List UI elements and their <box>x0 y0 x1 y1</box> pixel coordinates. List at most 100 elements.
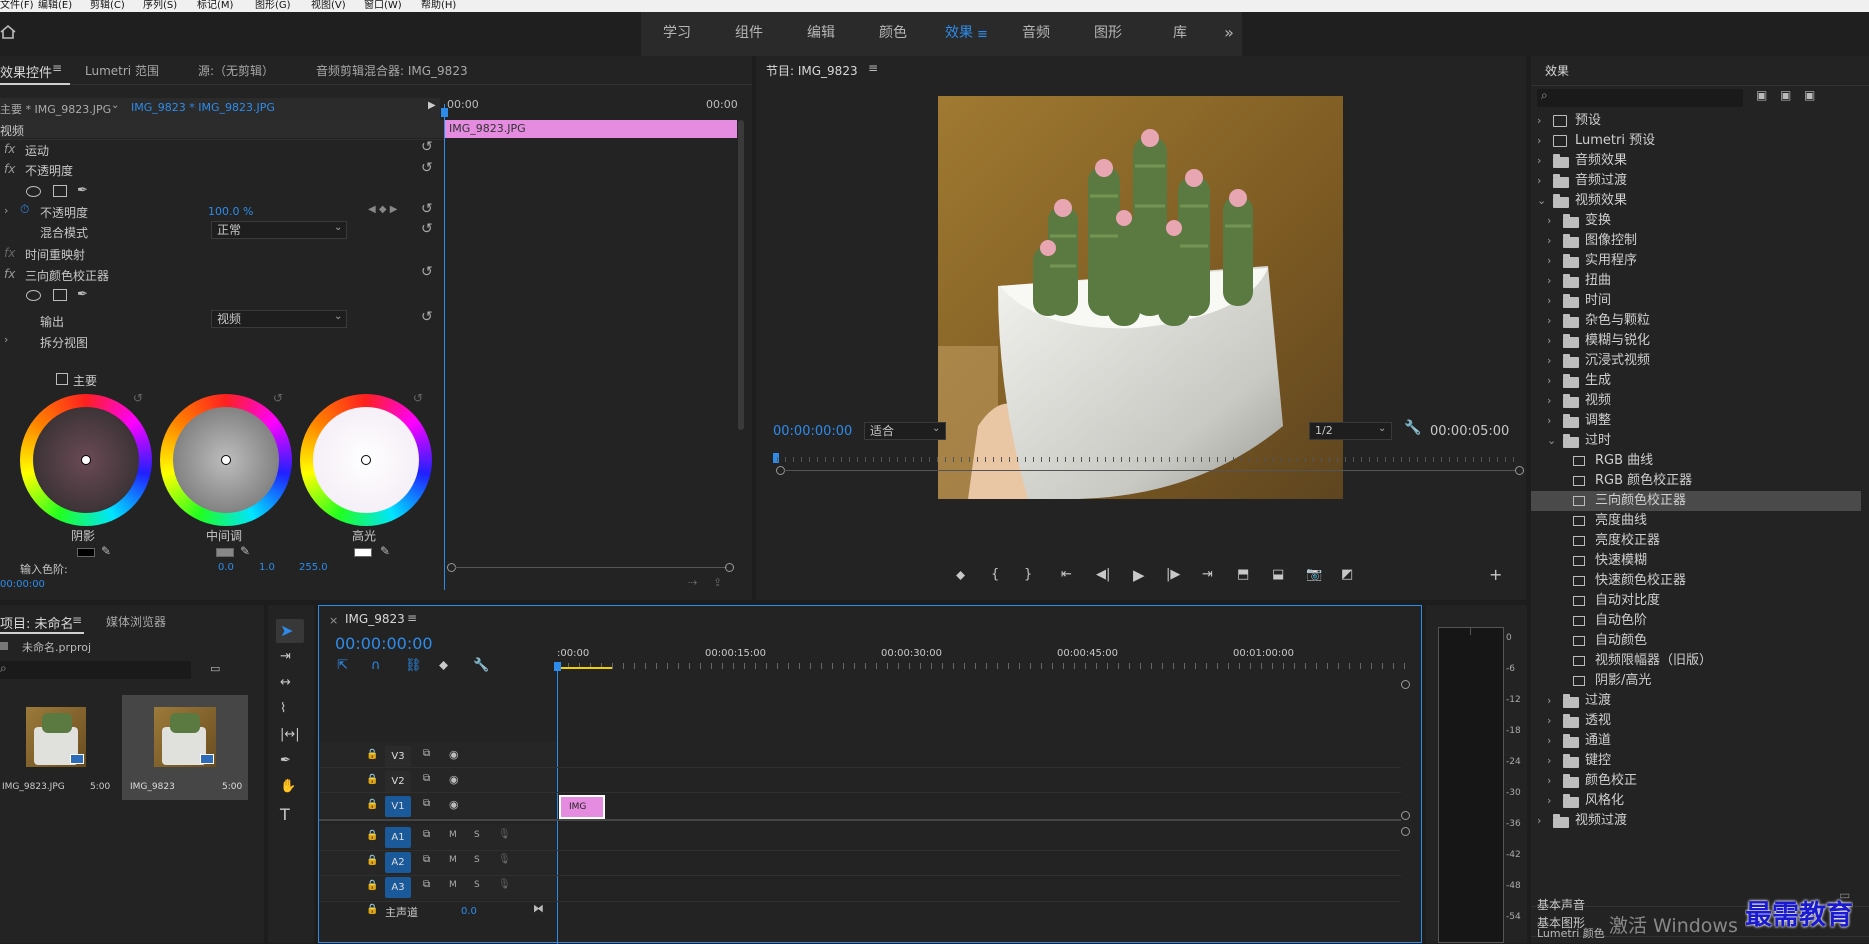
menu-help[interactable]: 帮助(H) <box>421 0 456 11</box>
tab-media-browser[interactable]: 媒体浏览器 <box>106 613 166 630</box>
reset-icon[interactable]: ↺ <box>421 201 433 217</box>
timeline-playhead[interactable] <box>557 666 558 944</box>
ec-playhead[interactable] <box>444 104 445 590</box>
collapse-icon[interactable]: ⧓ <box>533 902 544 915</box>
project-item[interactable]: IMG_9823 5:00 <box>122 695 248 800</box>
master-checkbox[interactable] <box>56 373 68 385</box>
type-tool-icon[interactable]: T <box>280 805 290 824</box>
effects-tree-item[interactable]: › 视频过渡 <box>1531 811 1861 831</box>
lock-icon[interactable]: 🔒 <box>366 855 378 866</box>
effects-tree-item[interactable]: 三向颜色校正器 <box>1531 491 1861 511</box>
chevron-right-icon[interactable]: › <box>1547 791 1551 811</box>
close-icon[interactable]: × <box>329 614 338 627</box>
chevron-down-icon[interactable]: ⌄ <box>111 100 119 111</box>
fx-icon[interactable]: fx <box>4 162 15 176</box>
effects-tree-item[interactable]: › 键控 <box>1531 751 1861 771</box>
chevron-right-icon[interactable]: › <box>1547 371 1551 391</box>
eye-icon[interactable]: ◉ <box>449 748 459 761</box>
wrench-icon[interactable]: 🔧 <box>473 658 489 673</box>
reset-icon[interactable]: ↺ <box>421 139 433 155</box>
reset-icon[interactable]: ↺ <box>273 391 283 405</box>
home-icon[interactable] <box>0 24 16 40</box>
sequence-clip-label[interactable]: IMG_9823 * IMG_9823.JPG <box>131 101 275 114</box>
menu-graphics[interactable]: 图形(G) <box>255 0 291 11</box>
menu-clip[interactable]: 剪辑(C) <box>90 0 125 11</box>
effects-tree-item[interactable]: › 模糊与锐化 <box>1531 331 1861 351</box>
effects-tree-item[interactable]: › 变换 <box>1531 211 1861 231</box>
effects-tree-item[interactable]: › Lumetri 预设 <box>1531 131 1861 151</box>
effect-motion[interactable]: 运动 <box>25 142 49 159</box>
camera-icon[interactable]: 📷 <box>1306 567 1322 582</box>
effects-tree-item[interactable]: ⌄ 过时 <box>1531 431 1861 451</box>
ec-timecode[interactable]: 00:00:00 <box>0 579 45 590</box>
effects-tree-item[interactable]: › 时间 <box>1531 291 1861 311</box>
reset-icon[interactable]: ↺ <box>421 264 433 280</box>
slip-tool-icon[interactable]: |↔| <box>280 727 300 742</box>
ellipse-mask-icon[interactable] <box>26 186 41 197</box>
step-back-icon[interactable]: ◀| <box>1096 567 1110 582</box>
chevron-right-icon[interactable]: › <box>1547 271 1551 291</box>
solo-button[interactable]: S <box>474 880 480 890</box>
eyedropper-icon[interactable]: ✎ <box>240 544 250 558</box>
ellipse-mask-icon[interactable] <box>26 290 41 301</box>
scroll-handle[interactable] <box>1401 827 1410 836</box>
track-a3[interactable]: A3 <box>385 877 411 898</box>
rectangle-mask-icon[interactable] <box>53 185 67 197</box>
reset-icon[interactable]: ↺ <box>421 221 433 237</box>
effect-three-way[interactable]: 三向颜色校正器 <box>25 267 109 284</box>
mute-button[interactable]: M <box>449 855 457 865</box>
effects-tree-item[interactable]: 自动色阶 <box>1531 611 1861 631</box>
menu-sequence[interactable]: 序列(S) <box>143 0 177 11</box>
effects-tree-item[interactable]: 阴影/高光 <box>1531 671 1861 691</box>
track-v1[interactable]: V1 <box>385 796 411 817</box>
effects-tree-item[interactable]: 亮度曲线 <box>1531 511 1861 531</box>
sequence-tab[interactable]: IMG_9823 <box>345 612 405 626</box>
sync-lock-icon[interactable]: ⧉ <box>423 854 430 865</box>
razor-tool-icon[interactable]: ⌇ <box>280 701 286 716</box>
effect-time-remap[interactable]: 时间重映射 <box>25 246 85 263</box>
eyedropper-icon[interactable]: ✎ <box>380 544 390 558</box>
tab-menu-icon[interactable]: ≡ <box>977 27 988 42</box>
tab-effect-controls[interactable]: 效果控件 <box>0 62 52 81</box>
effects-tree-item[interactable]: RGB 颜色校正器 <box>1531 471 1861 491</box>
tab-audio[interactable]: 音频 <box>1000 12 1072 54</box>
effects-tree-item[interactable]: 视频限幅器（旧版） <box>1531 651 1861 671</box>
shadows-wheel-handle[interactable] <box>81 455 91 465</box>
reset-icon[interactable]: ↺ <box>413 391 423 405</box>
program-video-frame[interactable] <box>938 96 1343 499</box>
mute-button[interactable]: M <box>449 880 457 890</box>
track-a2[interactable]: A2 <box>385 852 411 873</box>
tab-assembly[interactable]: 组件 <box>713 12 785 54</box>
effects-tree-item[interactable]: ⌄ 视频效果 <box>1531 191 1861 211</box>
project-search-input[interactable] <box>0 661 191 679</box>
step-forward-icon[interactable]: |▶ <box>1166 567 1180 582</box>
zoom-handle-right[interactable] <box>1515 466 1524 475</box>
keyframe-nav-icon[interactable]: ◀ ◆ ▶ <box>368 204 397 215</box>
effects-tree-item[interactable]: › 音频过渡 <box>1531 171 1861 191</box>
solo-button[interactable]: S <box>474 855 480 865</box>
chevron-down-icon[interactable]: ⌄ <box>334 222 342 233</box>
chevron-right-icon[interactable]: › <box>1537 811 1541 831</box>
ec-scrollbar[interactable] <box>738 120 744 430</box>
eye-icon[interactable]: ◉ <box>449 773 459 786</box>
solo-button[interactable]: S <box>474 830 480 840</box>
panel-menu-icon[interactable]: ≡ <box>868 61 878 75</box>
tab-project[interactable]: 项目: 未命名 <box>0 613 74 632</box>
lumetri-color-tab[interactable]: Lumetri 颜色 <box>1537 925 1605 941</box>
hand-tool-icon[interactable]: ✋ <box>280 779 296 794</box>
wrench-icon[interactable]: 🔧 <box>1404 420 1421 436</box>
effects-tree-item[interactable]: 快速模糊 <box>1531 551 1861 571</box>
ripple-edit-tool-icon[interactable]: ↔ <box>280 675 291 690</box>
chevron-right-icon[interactable]: › <box>1537 151 1541 171</box>
essential-sound-tab[interactable]: 基本声音 <box>1537 896 1585 913</box>
chevron-right-icon[interactable]: › <box>1537 111 1541 131</box>
mark-out-icon[interactable]: } <box>1024 567 1032 582</box>
pen-tool-icon[interactable]: ✒ <box>280 753 291 768</box>
reset-icon[interactable]: ↺ <box>421 160 433 176</box>
accelerated-effects-icon[interactable]: ▣ <box>1756 88 1767 102</box>
effects-tree-item[interactable]: › 通道 <box>1531 731 1861 751</box>
program-timecode[interactable]: 00:00:00:00 <box>773 424 852 439</box>
eyedropper-icon[interactable]: ✎ <box>101 544 111 558</box>
filter-icon[interactable]: ⇢ <box>688 576 697 589</box>
chevron-right-icon[interactable]: › <box>1547 211 1551 231</box>
